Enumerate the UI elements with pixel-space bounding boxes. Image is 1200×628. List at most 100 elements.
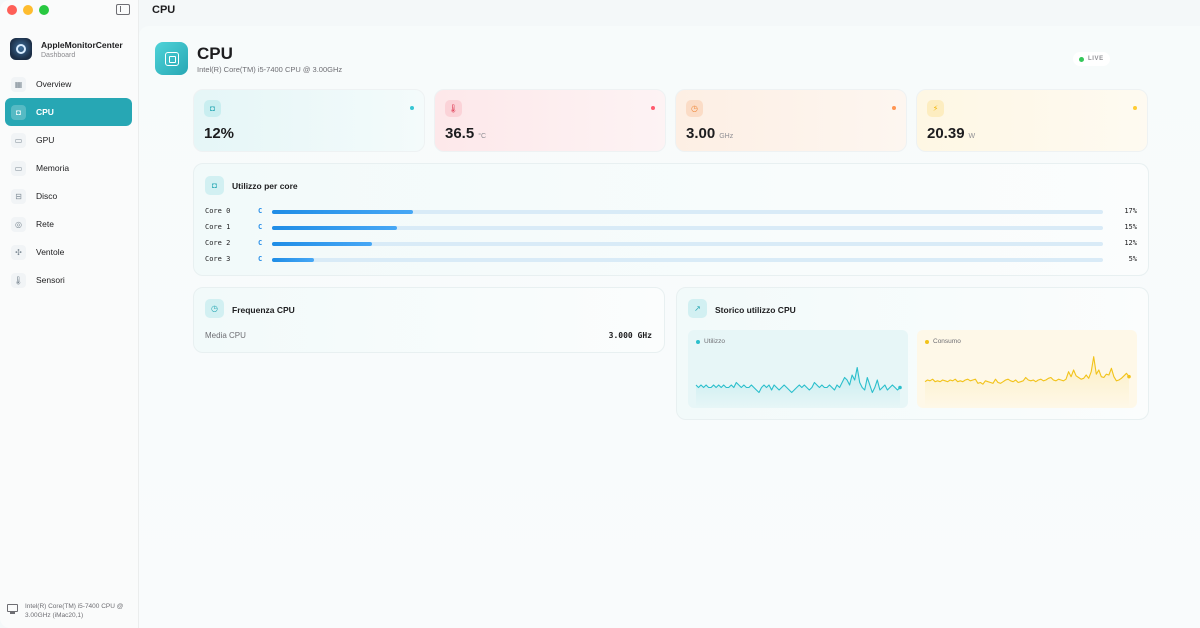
stat-unit: W	[968, 133, 976, 140]
stat-value: 20.39 W	[927, 125, 975, 142]
core-percent: 5%	[1128, 255, 1137, 263]
live-badge-label: LIVE	[1088, 56, 1104, 62]
core-usage-fill	[272, 226, 397, 230]
power-sparkline-svg	[924, 356, 1131, 408]
sidebar-item-memoria[interactable]: ▭ Memoria	[5, 154, 132, 182]
app-subtitle: Dashboard	[41, 51, 76, 59]
core-type: C	[258, 207, 263, 215]
stat-value: 12%	[204, 125, 238, 142]
frequency-card	[193, 287, 665, 353]
cpu-icon: ◘	[11, 104, 26, 120]
core-label: Core 3	[205, 255, 231, 263]
sidebar-item-label: Rete	[36, 219, 54, 229]
status-dot-icon	[651, 106, 655, 110]
close-window-button[interactable]	[7, 5, 17, 15]
core-usage-track	[272, 242, 1103, 246]
stat-card-power: ⚡ 20.39 W	[916, 89, 1148, 152]
sparkline-endpoint	[1127, 374, 1131, 379]
sidebar: AppleMonitorCenter Dashboard ▦ Overview ◘ C…	[0, 0, 139, 628]
core-row: Core 0 C 17%	[205, 207, 1137, 217]
core-label: Core 1	[205, 223, 231, 231]
monitor-icon	[7, 604, 18, 614]
usage-sparkline-svg	[695, 366, 902, 408]
sidebar-item-sensori[interactable]: 🌡 Sensori	[5, 266, 132, 294]
frequency-title: Frequenza CPU	[232, 305, 295, 315]
grid-icon: ▦	[11, 76, 26, 92]
globe-icon: ◎	[11, 216, 26, 232]
sidebar-item-label: GPU	[36, 135, 55, 145]
core-label: Core 0	[205, 207, 231, 215]
sidebar-item-overview[interactable]: ▦ Overview	[5, 70, 132, 98]
core-percent: 15%	[1124, 223, 1137, 231]
gauge-icon: ◷	[205, 299, 224, 318]
page-subtitle: Intel(R) Core(TM) i5-7400 CPU @ 3.00GHz	[197, 65, 343, 74]
sidebar-item-rete[interactable]: ◎ Rete	[5, 210, 132, 238]
disk-icon: ⊟	[11, 188, 26, 204]
stat-card-temperature: 🌡 36.5 °C	[434, 89, 666, 152]
status-dot-icon	[410, 106, 414, 110]
window-controls	[7, 5, 49, 15]
sparkline-endpoint	[898, 385, 902, 390]
core-row: Core 2 C 12%	[205, 239, 1137, 249]
sidebar-item-gpu[interactable]: ▭ GPU	[5, 126, 132, 154]
live-badge: LIVE	[1073, 52, 1110, 66]
core-usage-track	[272, 226, 1103, 230]
app-logo-icon	[10, 38, 32, 60]
app-header: AppleMonitorCenter Dashboard	[10, 38, 123, 60]
zoom-window-button[interactable]	[39, 5, 49, 15]
sidebar-item-label: CPU	[36, 107, 54, 117]
stat-card-frequency: ◷ 3.00 GHz	[675, 89, 907, 152]
thermometer-icon: 🌡	[11, 272, 26, 288]
display-icon: ▭	[11, 132, 26, 148]
stat-card-usage: ◘ 12%	[193, 89, 425, 152]
cpu-icon	[155, 42, 188, 75]
core-type: C	[258, 255, 263, 263]
window-title: CPU	[152, 4, 176, 16]
sidebar-item-label: Disco	[36, 191, 58, 201]
stat-value: 3.00 GHz	[686, 125, 733, 142]
status-dot-icon	[892, 106, 896, 110]
page-title: CPU	[197, 44, 233, 63]
core-type: C	[258, 223, 263, 231]
sidebar-item-label: Overview	[36, 79, 72, 89]
stat-unit: GHz	[719, 133, 734, 140]
bolt-icon: ⚡	[927, 100, 944, 117]
core-usage-fill	[272, 242, 372, 246]
sidebar-item-label: Memoria	[36, 163, 70, 173]
stat-value: 36.5 °C	[445, 125, 486, 142]
per-core-title: Utilizzo per core	[232, 181, 298, 191]
frequency-value: 3.000 GHz	[608, 331, 652, 340]
stat-number: 12%	[204, 125, 235, 142]
minimize-window-button[interactable]	[23, 5, 33, 15]
sidebar-item-disco[interactable]: ⊟ Disco	[5, 182, 132, 210]
history-title: Storico utilizzo CPU	[715, 305, 796, 315]
live-dot-icon	[1079, 56, 1084, 62]
core-usage-fill	[272, 258, 314, 262]
frequency-label: Media CPU	[205, 331, 246, 340]
sidebar-item-cpu[interactable]: ◘ CPU	[5, 98, 132, 126]
cpu-icon: ◘	[204, 100, 221, 117]
sidebar-item-ventole[interactable]: ✣ Ventole	[5, 238, 132, 266]
stat-number: 36.5	[445, 125, 475, 142]
sidebar-footer: Intel(R) Core(TM) i5-7400 CPU @ 3.00GHz …	[7, 602, 125, 620]
thermometer-icon: 🌡	[445, 100, 462, 117]
sidebar-item-label: Ventole	[36, 247, 65, 257]
core-row: Core 3 C 5%	[205, 255, 1137, 265]
sidebar-toggle-icon[interactable]	[116, 4, 130, 15]
chart-icon: ↗	[688, 299, 707, 318]
sidebar-nav: ▦ Overview ◘ CPU ▭ GPU ▭ Memoria ⊟ Disco ◎ Rete ✣ Ven…	[5, 70, 132, 294]
core-usage-track	[272, 258, 1103, 262]
core-label: Core 2	[205, 239, 231, 247]
core-usage-fill	[272, 210, 414, 214]
app-window: AppleMonitorCenter Dashboard ▦ Overview ◘ C…	[0, 0, 1200, 628]
status-dot-icon	[1133, 106, 1137, 110]
stat-number: 3.00	[686, 125, 716, 142]
stat-number: 20.39	[927, 125, 965, 142]
sidebar-item-label: Sensori	[36, 275, 65, 285]
core-usage-track	[272, 210, 1103, 214]
usage-sparkline: Utilizzo	[688, 330, 908, 408]
power-sparkline: Consumo	[917, 330, 1137, 408]
core-percent: 12%	[1124, 239, 1137, 247]
core-type: C	[258, 239, 263, 247]
fan-icon: ✣	[11, 244, 26, 260]
